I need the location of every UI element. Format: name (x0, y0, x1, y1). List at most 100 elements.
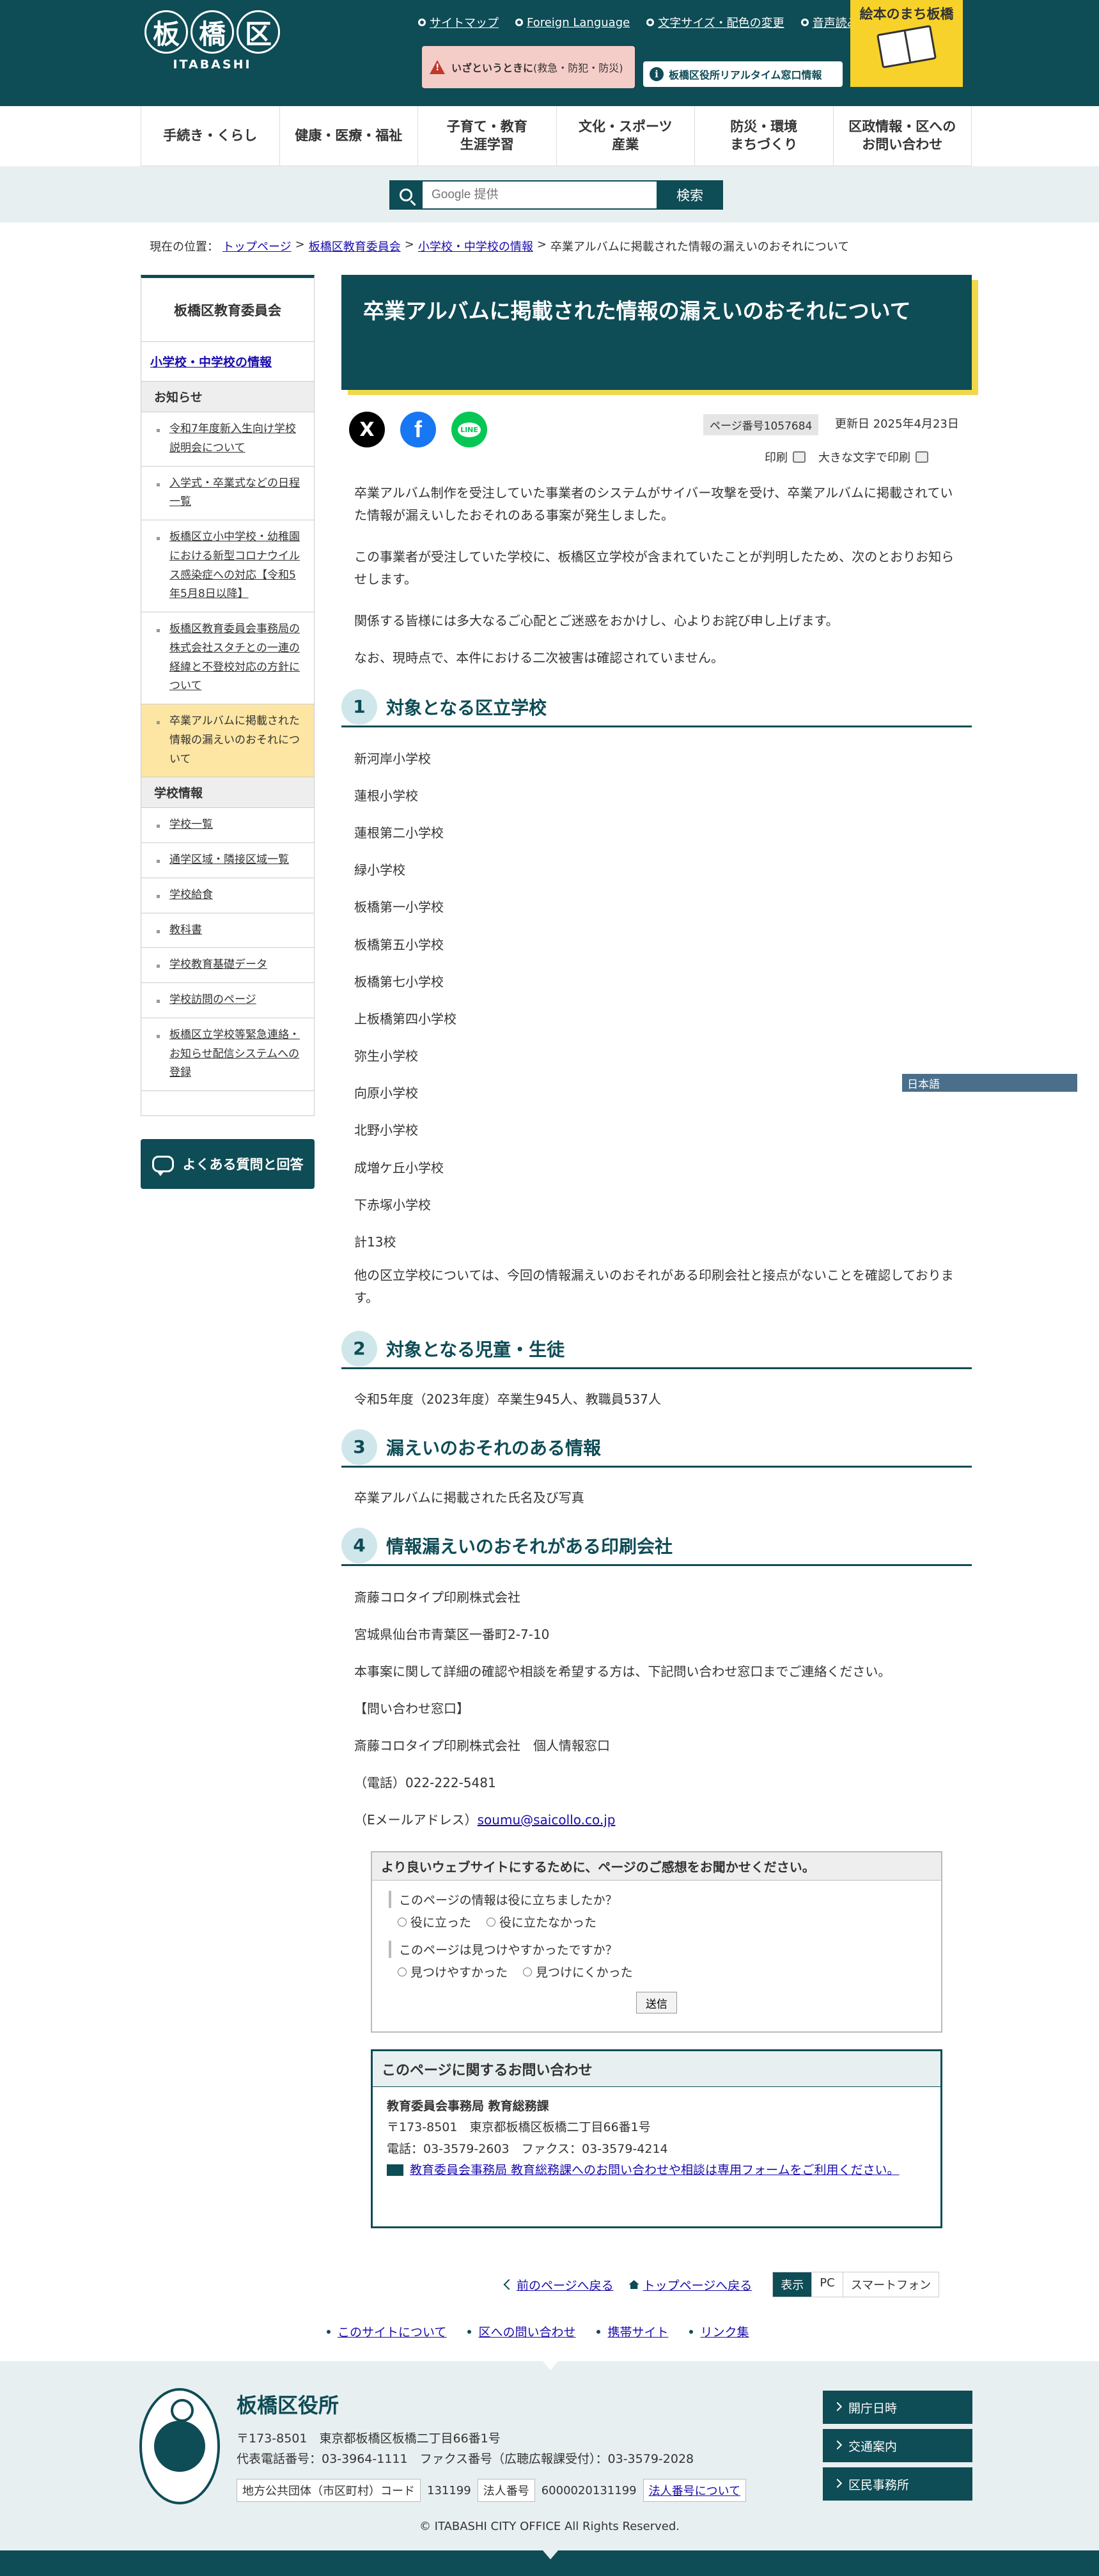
radio-option[interactable]: 役に立たなかった (487, 1913, 596, 1930)
printer-icon (793, 451, 806, 463)
sidebar-item[interactable]: 板橋区立小中学校・幼稚園における新型コロナウイルス感染症への対応【令和5年5月8… (141, 520, 314, 612)
list-item: 弥生小学校 (354, 1048, 418, 1064)
book-icon (876, 24, 937, 69)
survey-question: このページの情報は役に立ちましたか？ (389, 1891, 941, 1908)
back-arrow-icon (503, 2279, 515, 2290)
sidebar-item[interactable]: 令和7年度新入生向け学校説明会について (141, 412, 314, 467)
language-select[interactable]: 日本語 (902, 1074, 1077, 1092)
corp-number-link[interactable]: 法人番号について (649, 2485, 740, 2498)
sidebar-sub-link[interactable]: 小学校・中学校の情報 (141, 342, 314, 382)
breadcrumb-schools[interactable]: 小学校・中学校の情報 (418, 238, 533, 254)
intro-paragraph: 関係する皆様には多大なるご心配とご迷惑をおかけし、心よりお詫び申し上げます。 (354, 613, 839, 628)
line-share-icon[interactable]: LINE (451, 412, 487, 447)
sidebar-item[interactable]: 通学区域・隣接区域一覧 (141, 843, 314, 878)
facebook-share-icon[interactable]: f (400, 412, 436, 447)
gnav-disaster[interactable]: 防災・環境 まちづくり (694, 106, 833, 166)
bullet-icon (515, 19, 523, 26)
radio-icon (398, 1967, 407, 1976)
footer-address: 〒173-8501 東京都板橋区板橋二丁目66番1号 (237, 2432, 501, 2446)
gnav-health[interactable]: 健康・医療・福祉 (279, 106, 418, 166)
sidebar-item[interactable]: 入学式・卒業式などの日程一覧 (141, 467, 314, 520)
global-nav: 手続き・くらし 健康・医療・福祉 子育て・教育 生涯学習 文化・スポーツ 産業 … (141, 106, 972, 166)
radio-option[interactable]: 見つけにくかった (523, 1963, 633, 1980)
send-button[interactable]: 送信 (636, 1992, 677, 2013)
bullet-icon (687, 2327, 696, 2336)
site-logo[interactable]: 板 橋 区 ITABASHI (139, 10, 285, 77)
sidebar-item[interactable]: 学校給食 (141, 878, 314, 913)
gnav-culture[interactable]: 文化・スポーツ 産業 (556, 106, 695, 166)
gnav-procedures[interactable]: 手続き・くらし (141, 106, 279, 166)
radio-icon (398, 1917, 407, 1927)
info-icon: i (650, 67, 664, 81)
sidebar-item[interactable]: 板橋区教育委員会事務局の株式会社スタチとの一連の経緯と不登校対応の方針について (141, 612, 314, 704)
section-heading: 4 情報漏えいのおそれがある印刷会社 (341, 1526, 972, 1566)
search-bar: 検索 (0, 166, 1099, 222)
mail-link[interactable]: soumu@saicollo.co.jp (478, 1812, 616, 1827)
logo-roman: ITABASHI (173, 58, 252, 72)
list-item: 下赤塚小学校 (354, 1197, 431, 1213)
sidebar-item[interactable]: 学校教育基礎データ (141, 948, 314, 983)
breadcrumb-board[interactable]: 板橋区教育委員会 (309, 238, 401, 254)
emergency-label: いざというときに (451, 62, 534, 74)
sidebar-item[interactable]: 学校訪問のページ (141, 983, 314, 1018)
print-large-button[interactable]: 大きな文字で印刷 (818, 449, 928, 465)
radio-option[interactable]: 役に立った (398, 1913, 471, 1930)
breadcrumb: 現在の位置： トップページ > 板橋区教育委員会 > 小学校・中学校の情報 > 卒業ア… (150, 238, 850, 254)
inquiry-note: 本事案に関して詳細の確認や相談を希望する方は、下記問い合わせ窓口までご連絡くださ… (354, 1664, 891, 1679)
sidebar-item[interactable]: 板橋区立学校等緊急連絡・お知らせ配信システムへの登録 (141, 1018, 314, 1091)
back-link[interactable]: 前のページへ戻る (503, 2276, 614, 2293)
section-heading: 3 漏えいのおそれのある情報 (341, 1428, 972, 1468)
search-button[interactable]: 検索 (657, 180, 723, 210)
access-button[interactable]: 交通案内 (823, 2429, 972, 2462)
list-item: 新河岸小学校 (354, 750, 431, 766)
mobile-site-link[interactable]: 携帯サイト (595, 2323, 668, 2340)
faq-button[interactable]: よくある質問と回答 (141, 1139, 315, 1189)
sidebar-item[interactable]: 学校一覧 (141, 808, 314, 843)
section-number: 1 (341, 688, 377, 725)
footer-tel: 代表電話番号：03-3964-1111 ファクス番号（広聴広報課受付）：03-3… (237, 2452, 694, 2466)
inquiry-link[interactable]: 区への問い合わせ (465, 2323, 575, 2340)
emergency-button[interactable]: いざというときに(救急・防犯・防災) (422, 46, 635, 88)
office-hours-button[interactable]: 開庁日時 (823, 2391, 972, 2424)
links-page-link[interactable]: リンク集 (687, 2323, 749, 2340)
gnav-ward-info[interactable]: 区政情報・区への お問い合わせ (832, 106, 972, 166)
section-number: 4 (341, 1527, 377, 1563)
window-info-button[interactable]: i 板橋区役所リアルタイム窓口情報 (643, 61, 843, 87)
logo-kanji: 区 (237, 10, 280, 54)
print-button[interactable]: 印刷 (765, 449, 806, 465)
breadcrumb-top[interactable]: トップページ (222, 238, 292, 254)
sidebar-school-head: 学校情報 (141, 777, 314, 809)
foreign-language-link[interactable]: Foreign Language (515, 14, 630, 31)
footer-name: 板橋区役所 (237, 2393, 339, 2417)
printer-icon (916, 451, 928, 463)
bullet-icon (418, 19, 426, 26)
sidebar-item-current: 卒業アルバムに掲載された情報の漏えいのおそれについて (141, 704, 314, 778)
contact-address: 〒173-8501 東京都板橋区板橋二丁目66番1号 (387, 2120, 651, 2135)
gnav-education[interactable]: 子育て・教育 生涯学習 (417, 106, 556, 166)
picture-book-banner[interactable]: 絵本のまち板橋 (850, 0, 963, 87)
page-number: ページ番号1057684 (703, 414, 819, 435)
sitemap-link[interactable]: サイトマップ (418, 14, 499, 31)
sidebar-notice-head: お知らせ (141, 382, 314, 412)
display-pc[interactable]: PC (811, 2272, 842, 2297)
bullet-icon (325, 2327, 332, 2336)
intro-paragraph: 卒業アルバム制作を受注していた事業者のシステムがサイバー攻撃を受け、卒業アルバム… (354, 485, 953, 523)
bullet-icon (465, 2327, 474, 2336)
font-size-link[interactable]: 文字サイズ・配色の変更 (646, 14, 784, 31)
warning-icon (430, 60, 445, 74)
contact-form-link[interactable]: 教育委員会事務局 教育総務課へのお問い合わせや相談は専用フォームをご利用ください… (410, 2163, 899, 2177)
bullet-icon (595, 2327, 603, 2336)
top-link[interactable]: トップページへ戻る (628, 2276, 752, 2293)
sidebar-item[interactable]: 教科書 (141, 913, 314, 949)
radio-option[interactable]: 見つけやすかった (398, 1963, 508, 1980)
contact-tel: 電話：03-3579-2603 ファクス：03-3579-4214 (387, 2141, 668, 2156)
search-input[interactable] (423, 180, 657, 210)
company-address: 宮城県仙台市青葉区一番町2-7-10 (354, 1627, 550, 1642)
x-share-icon[interactable]: X (349, 412, 385, 447)
display-smartphone[interactable]: スマートフォン (842, 2272, 939, 2297)
list-item: 北野小学校 (354, 1122, 418, 1138)
radio-icon (487, 1917, 496, 1927)
about-site-link[interactable]: このサイトについて (325, 2323, 446, 2340)
branch-office-button[interactable]: 区民事務所 (823, 2467, 972, 2501)
display-label: 表示 (773, 2272, 812, 2297)
